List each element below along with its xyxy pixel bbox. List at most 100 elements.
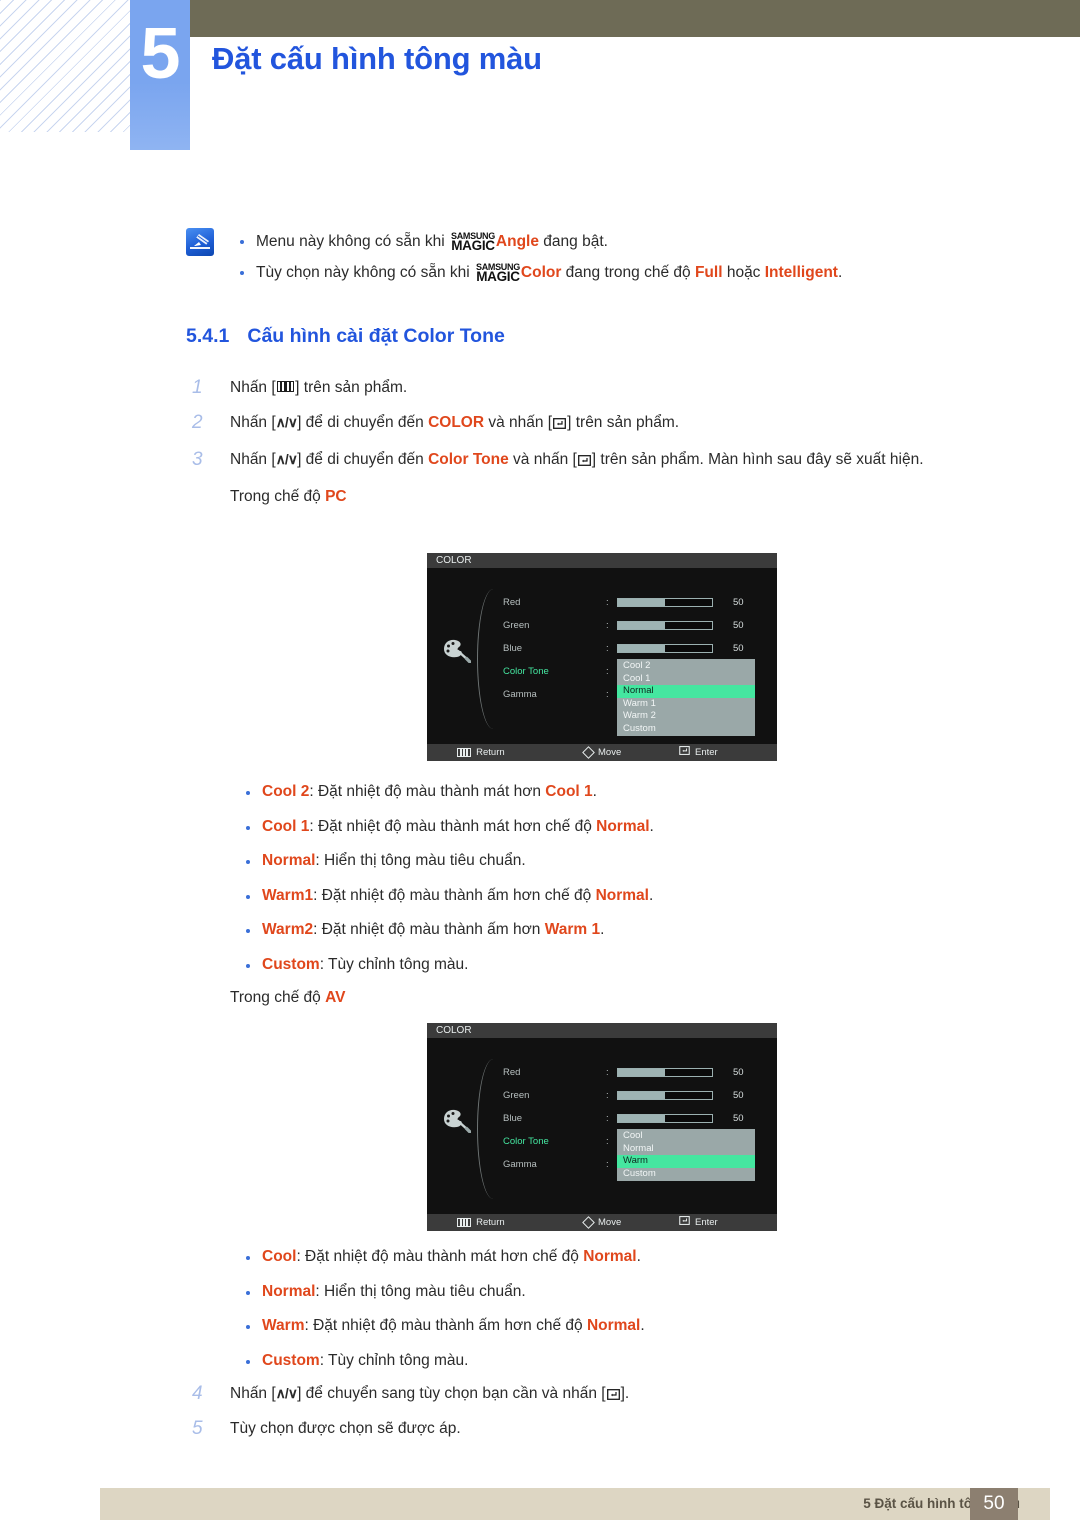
step-3-text-a: Nhấn [: [230, 451, 276, 468]
note-item-2-post: .: [837, 264, 843, 281]
osd-av-return[interactable]: Return: [457, 1214, 505, 1231]
bullet-av-custom-text: : Tùy chỉnh tông màu.: [319, 1351, 469, 1369]
osd-pc-enter[interactable]: Enter: [679, 744, 718, 761]
osd-av-move[interactable]: Move: [582, 1214, 622, 1231]
header-olive-bar: [190, 0, 1080, 37]
enter-key-icon: [679, 744, 690, 761]
osd-av-enter-label: Enter: [695, 1217, 718, 1228]
osd-av-dropdown[interactable]: Cool Normal Warm Custom: [617, 1129, 755, 1181]
osd-av-label-green: Green: [503, 1090, 530, 1101]
move-diamond-icon: [582, 1216, 595, 1229]
bullet-av-warm-term: Warm: [262, 1317, 305, 1334]
enter-key-icon: [577, 446, 591, 477]
osd-av-move-label: Move: [598, 1217, 622, 1228]
mode-pc-value: PC: [325, 488, 347, 505]
osd-pc-option-custom[interactable]: Custom: [617, 723, 755, 736]
enter-key-icon: [679, 1214, 690, 1231]
bullet-av-cool-term: Cool: [262, 1248, 297, 1265]
note-item-2: Tùy chọn này không có sẵn khi SAMSUNG MAG…: [186, 257, 996, 288]
osd-av-return-label: Return: [476, 1217, 505, 1228]
osd-screenshot-av: COLOR Red : 50 Green : 50 Blue: 50 Colo…: [427, 1023, 777, 1231]
note-item-2-opt2: Intelligent: [764, 264, 838, 281]
bullet-pc-cool2-term: Cool 2: [262, 783, 310, 800]
osd-pc-option-cool2[interactable]: Cool 2: [617, 660, 755, 673]
osd-pc-return[interactable]: Return: [457, 744, 505, 761]
osd-av-colon: :: [606, 1159, 609, 1170]
osd-av-label-gamma: Gamma: [503, 1159, 537, 1170]
bullet-av-cool-end: .: [636, 1248, 641, 1265]
osd-av-enter[interactable]: Enter: [679, 1214, 718, 1231]
bullet-pc-normal: Normal: Hiển thị tông màu tiêu chuẩn.: [192, 844, 1007, 879]
note-item-1: Menu này không có sẵn khi SAMSUNG MAGIC An…: [186, 226, 996, 257]
note-item-2-feature: Color: [520, 264, 562, 281]
osd-pc-row-green: Green : 50: [503, 614, 773, 637]
move-diamond-icon: [582, 746, 595, 759]
osd-av-value-red: 50: [733, 1067, 744, 1078]
osd-pc-arc-decoration: [477, 589, 504, 729]
osd-screenshot-pc: COLOR Red : 50 Green : 50 Blue: 50 Colo…: [427, 553, 777, 761]
osd-pc-colon: :: [606, 689, 609, 700]
osd-pc-move[interactable]: Move: [582, 744, 622, 761]
osd-pc-dropdown[interactable]: Cool 2 Cool 1 Normal Warm 1 Warm 2 Custo…: [617, 659, 755, 736]
osd-av-footer: Return Move Enter: [427, 1214, 777, 1231]
osd-pc-option-warm2[interactable]: Warm 2: [617, 710, 755, 723]
bullet-pc-cool1-term: Cool 1: [262, 817, 310, 835]
note-block: Menu này không có sẵn khi SAMSUNG MAGIC An…: [186, 226, 996, 288]
osd-pc-option-normal[interactable]: Normal: [617, 685, 755, 698]
bullet-av-normal: Normal: Hiển thị tông màu tiêu chuẩn.: [192, 1275, 1007, 1310]
bullets-pc-container: Cool 2: Đặt nhiệt độ màu thành mát hơn C…: [192, 775, 1007, 1013]
bullet-pc-warm1-term: Warm1: [262, 886, 314, 904]
osd-av-row-blue: Blue : 50: [503, 1107, 773, 1130]
osd-av-option-cool[interactable]: Cool: [617, 1130, 755, 1143]
osd-pc-footer: Return Move Enter: [427, 744, 777, 761]
osd-av-colon: :: [606, 1067, 609, 1078]
palette-icon: [441, 1107, 472, 1134]
step-4-number: 4: [192, 1383, 203, 1404]
step-3-highlight: Color Tone: [428, 451, 509, 468]
samsung-magic-logo: SAMSUNG MAGIC: [476, 262, 520, 283]
osd-av-option-custom[interactable]: Custom: [617, 1168, 755, 1181]
step-4-text-a: Nhấn [: [230, 1385, 276, 1402]
osd-pc-option-warm1[interactable]: Warm 1: [617, 698, 755, 711]
osd-av-body: Red : 50 Green : 50 Blue : 50 Color Tone…: [427, 1039, 777, 1213]
osd-pc-option-cool1[interactable]: Cool 1: [617, 673, 755, 686]
osd-pc-value-red: 50: [733, 597, 744, 608]
osd-pc-colon: :: [606, 666, 609, 677]
bullet-av-cool: Cool: Đặt nhiệt độ màu thành mát hơn chế…: [192, 1240, 1007, 1275]
bullet-pc-cool1-end: .: [649, 817, 654, 835]
osd-av-slider-red[interactable]: [617, 1068, 713, 1077]
bullet-pc-custom-term: Custom: [262, 955, 320, 973]
samsung-magic-logo: SAMSUNG MAGIC: [451, 231, 495, 252]
osd-pc-slider-green[interactable]: [617, 621, 713, 630]
osd-pc-label-green: Green: [503, 620, 530, 631]
step-5: 5 Tùy chọn được chọn sẽ được áp.: [192, 1413, 1007, 1444]
up-down-key-icon: ∧/∨: [275, 414, 298, 430]
bullet-pc-warm1-text: : Đặt nhiệt độ màu thành ấm hơn chế độ: [313, 886, 596, 904]
bullet-av-custom: Custom: Tùy chỉnh tông màu.: [192, 1344, 1007, 1379]
step-3: 3 Nhấn [∧/∨] để di chuyển đến Color Tone …: [192, 444, 1007, 477]
palette-icon: [441, 637, 472, 664]
osd-av-slider-blue[interactable]: [617, 1114, 713, 1123]
up-down-key-icon: ∧/∨: [275, 1385, 298, 1401]
step-3-text-b: ] để di chuyển đến: [297, 451, 429, 468]
osd-pc-value-blue: 50: [733, 643, 744, 654]
note-item-2-opt1: Full: [694, 264, 723, 281]
osd-pc-label-gamma: Gamma: [503, 689, 537, 700]
bullet-pc-cool2: Cool 2: Đặt nhiệt độ màu thành mát hơn C…: [192, 775, 1007, 810]
note-item-1-post: đang bật.: [538, 233, 608, 250]
osd-av-option-warm[interactable]: Warm: [617, 1155, 755, 1168]
osd-av-slider-green[interactable]: [617, 1091, 713, 1100]
osd-av-colon: :: [606, 1090, 609, 1101]
bullet-pc-custom-text: : Tùy chỉnh tông màu.: [319, 955, 469, 973]
mode-av-pre: Trong chế độ: [230, 989, 326, 1006]
osd-av-option-normal[interactable]: Normal: [617, 1143, 755, 1156]
step-4: 4 Nhấn [∧/∨] để chuyển sang tùy chọn bạn …: [192, 1378, 1007, 1411]
section-number: 5.4.1: [186, 325, 230, 347]
osd-pc-slider-blue[interactable]: [617, 644, 713, 653]
osd-av-value-green: 50: [733, 1090, 744, 1101]
note-item-2-mid: đang trong chế độ: [561, 264, 695, 281]
osd-pc-move-label: Move: [598, 747, 622, 758]
osd-pc-enter-label: Enter: [695, 747, 718, 758]
section-heading: 5.4.1 Cấu hình cài đặt Color Tone: [186, 325, 505, 348]
osd-pc-slider-red[interactable]: [617, 598, 713, 607]
